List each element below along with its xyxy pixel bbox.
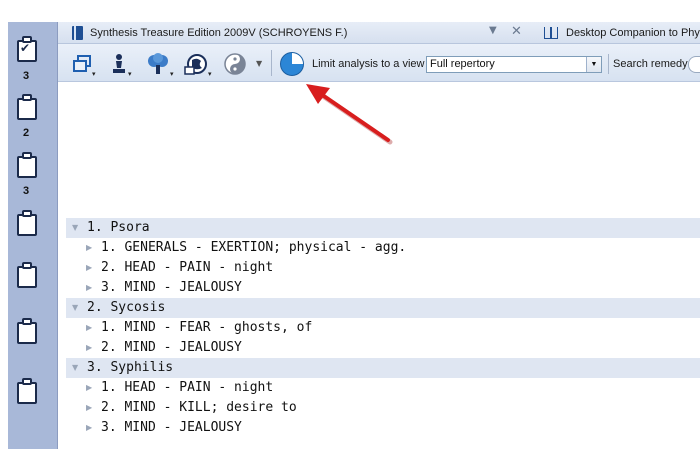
miasm-tree: ▼ 1. Psora ▶ 1. GENERALS - EXERTION; phy… [58, 217, 700, 449]
clipboard-5-icon[interactable] [17, 262, 37, 288]
group-label: 3. Syphilis [87, 360, 174, 375]
clipboard-2-icon[interactable] [17, 94, 37, 120]
globe-dropdown-icon[interactable]: ▾ [208, 70, 212, 78]
tree-row[interactable]: ▶ 2. MIND - JEALOUSY [58, 338, 692, 358]
tree-row[interactable]: ▶ 2. MIND - KILL; desire to [58, 398, 692, 418]
clipboard-7-icon[interactable] [17, 378, 37, 404]
pie-chart-icon[interactable] [280, 52, 304, 76]
toolbar-separator-2 [608, 54, 609, 74]
pawn-dropdown-icon[interactable]: ▾ [128, 70, 132, 78]
view-select[interactable]: Full repertory ▼ [426, 56, 602, 73]
chevron-down-icon[interactable]: ▼ [586, 57, 601, 72]
tab-title: Synthesis Treasure Edition 2009V (SCHROY… [90, 27, 348, 39]
rubric-label: 2. MIND - JEALOUSY [101, 340, 242, 355]
clipboard-3-icon[interactable] [17, 152, 37, 178]
clipboard-6-icon[interactable] [17, 318, 37, 344]
expand-triangle-icon[interactable]: ▶ [86, 283, 92, 292]
yin-yang-icon[interactable] [224, 53, 246, 75]
window-top-strip [0, 0, 700, 22]
check-mark-icon: ✔ [20, 41, 31, 55]
tab-menu-icon[interactable]: ▼ [489, 25, 497, 36]
expand-triangle-icon[interactable]: ▶ [86, 263, 92, 272]
expand-triangle-icon[interactable]: ▶ [86, 383, 92, 392]
tree-icon[interactable] [146, 53, 170, 75]
clipboard-2-count: 2 [22, 127, 30, 139]
search-remedy-input[interactable] [688, 56, 700, 73]
windows-dropdown-icon[interactable]: ▾ [92, 70, 96, 78]
tree-group-syphilis[interactable]: ▼ 3. Syphilis [66, 358, 700, 378]
clipboard-1-count: 3 [22, 70, 30, 82]
windows-icon[interactable] [72, 53, 94, 75]
tree-row[interactable]: ▶ 1. GENERALS - EXERTION; physical - agg… [58, 238, 692, 258]
rubric-label: 1. GENERALS - EXERTION; physical - agg. [101, 240, 407, 255]
expand-triangle-icon[interactable]: ▶ [86, 423, 92, 432]
globe-book-icon[interactable] [184, 53, 208, 75]
tab-title-2: Desktop Companion to Physical Pathology [566, 27, 700, 39]
tree-row[interactable]: ▶ 1. HEAD - PAIN - night [58, 378, 692, 398]
clipboard-sidebar: ✔ 3 2 3 [8, 22, 58, 449]
group-label: 2. Sycosis [87, 300, 166, 315]
close-icon[interactable]: ✕ [511, 24, 522, 39]
rubric-label: 2. MIND - KILL; desire to [101, 400, 297, 415]
expand-triangle-icon[interactable]: ▶ [86, 323, 92, 332]
rubric-label: 3. MIND - JEALOUSY [101, 420, 242, 435]
yin-yang-dropdown-icon[interactable]: ▼ [256, 59, 262, 68]
rubric-label: 1. HEAD - PAIN - night [101, 380, 274, 395]
analysis-toolbar: ▾ ▾ ▾ ▾ ▼ Limit analysis to a view Full … [58, 44, 700, 82]
clipboard-1-icon[interactable]: ✔ [17, 36, 37, 62]
rubric-label: 1. MIND - FEAR - ghosts, of [101, 320, 313, 335]
open-book-icon [544, 27, 558, 39]
tree-dropdown-icon[interactable]: ▾ [170, 70, 174, 78]
red-arrow-annotation [306, 84, 393, 145]
collapse-triangle-icon[interactable]: ▼ [72, 223, 78, 232]
expand-triangle-icon[interactable]: ▶ [86, 243, 92, 252]
tree-row[interactable]: ▶ 2. HEAD - PAIN - night [58, 258, 692, 278]
view-select-value: Full repertory [430, 58, 495, 70]
tree-group-sycosis[interactable]: ▼ 2. Sycosis [66, 298, 700, 318]
tree-group-psora[interactable]: ▼ 1. Psora [66, 218, 700, 238]
search-remedy-label: Search remedy: [613, 58, 691, 70]
document-tab-bar: Synthesis Treasure Edition 2009V (SCHROY… [58, 22, 700, 44]
collapse-triangle-icon[interactable]: ▼ [72, 363, 78, 372]
book-icon [72, 26, 83, 40]
rubric-label: 2. HEAD - PAIN - night [101, 260, 274, 275]
chess-pawn-icon[interactable] [108, 53, 130, 75]
tree-row[interactable]: ▶ 1. MIND - FEAR - ghosts, of [58, 318, 692, 338]
tree-row[interactable]: ▶ 3. MIND - JEALOUSY [58, 278, 692, 298]
collapse-triangle-icon[interactable]: ▼ [72, 303, 78, 312]
group-label: 1. Psora [87, 220, 150, 235]
toolbar-separator [271, 50, 272, 76]
expand-triangle-icon[interactable]: ▶ [86, 403, 92, 412]
rubric-label: 3. MIND - JEALOUSY [101, 280, 242, 295]
tab-synthesis[interactable]: Synthesis Treasure Edition 2009V (SCHROY… [62, 22, 542, 44]
expand-triangle-icon[interactable]: ▶ [86, 343, 92, 352]
tab-desktop-companion[interactable]: Desktop Companion to Physical Pathology [542, 22, 700, 44]
tree-row[interactable]: ▶ 3. MIND - JEALOUSY [58, 418, 692, 438]
limit-analysis-label: Limit analysis to a view [312, 58, 425, 70]
clipboard-4-icon[interactable] [17, 210, 37, 236]
clipboard-3-count: 3 [22, 185, 30, 197]
